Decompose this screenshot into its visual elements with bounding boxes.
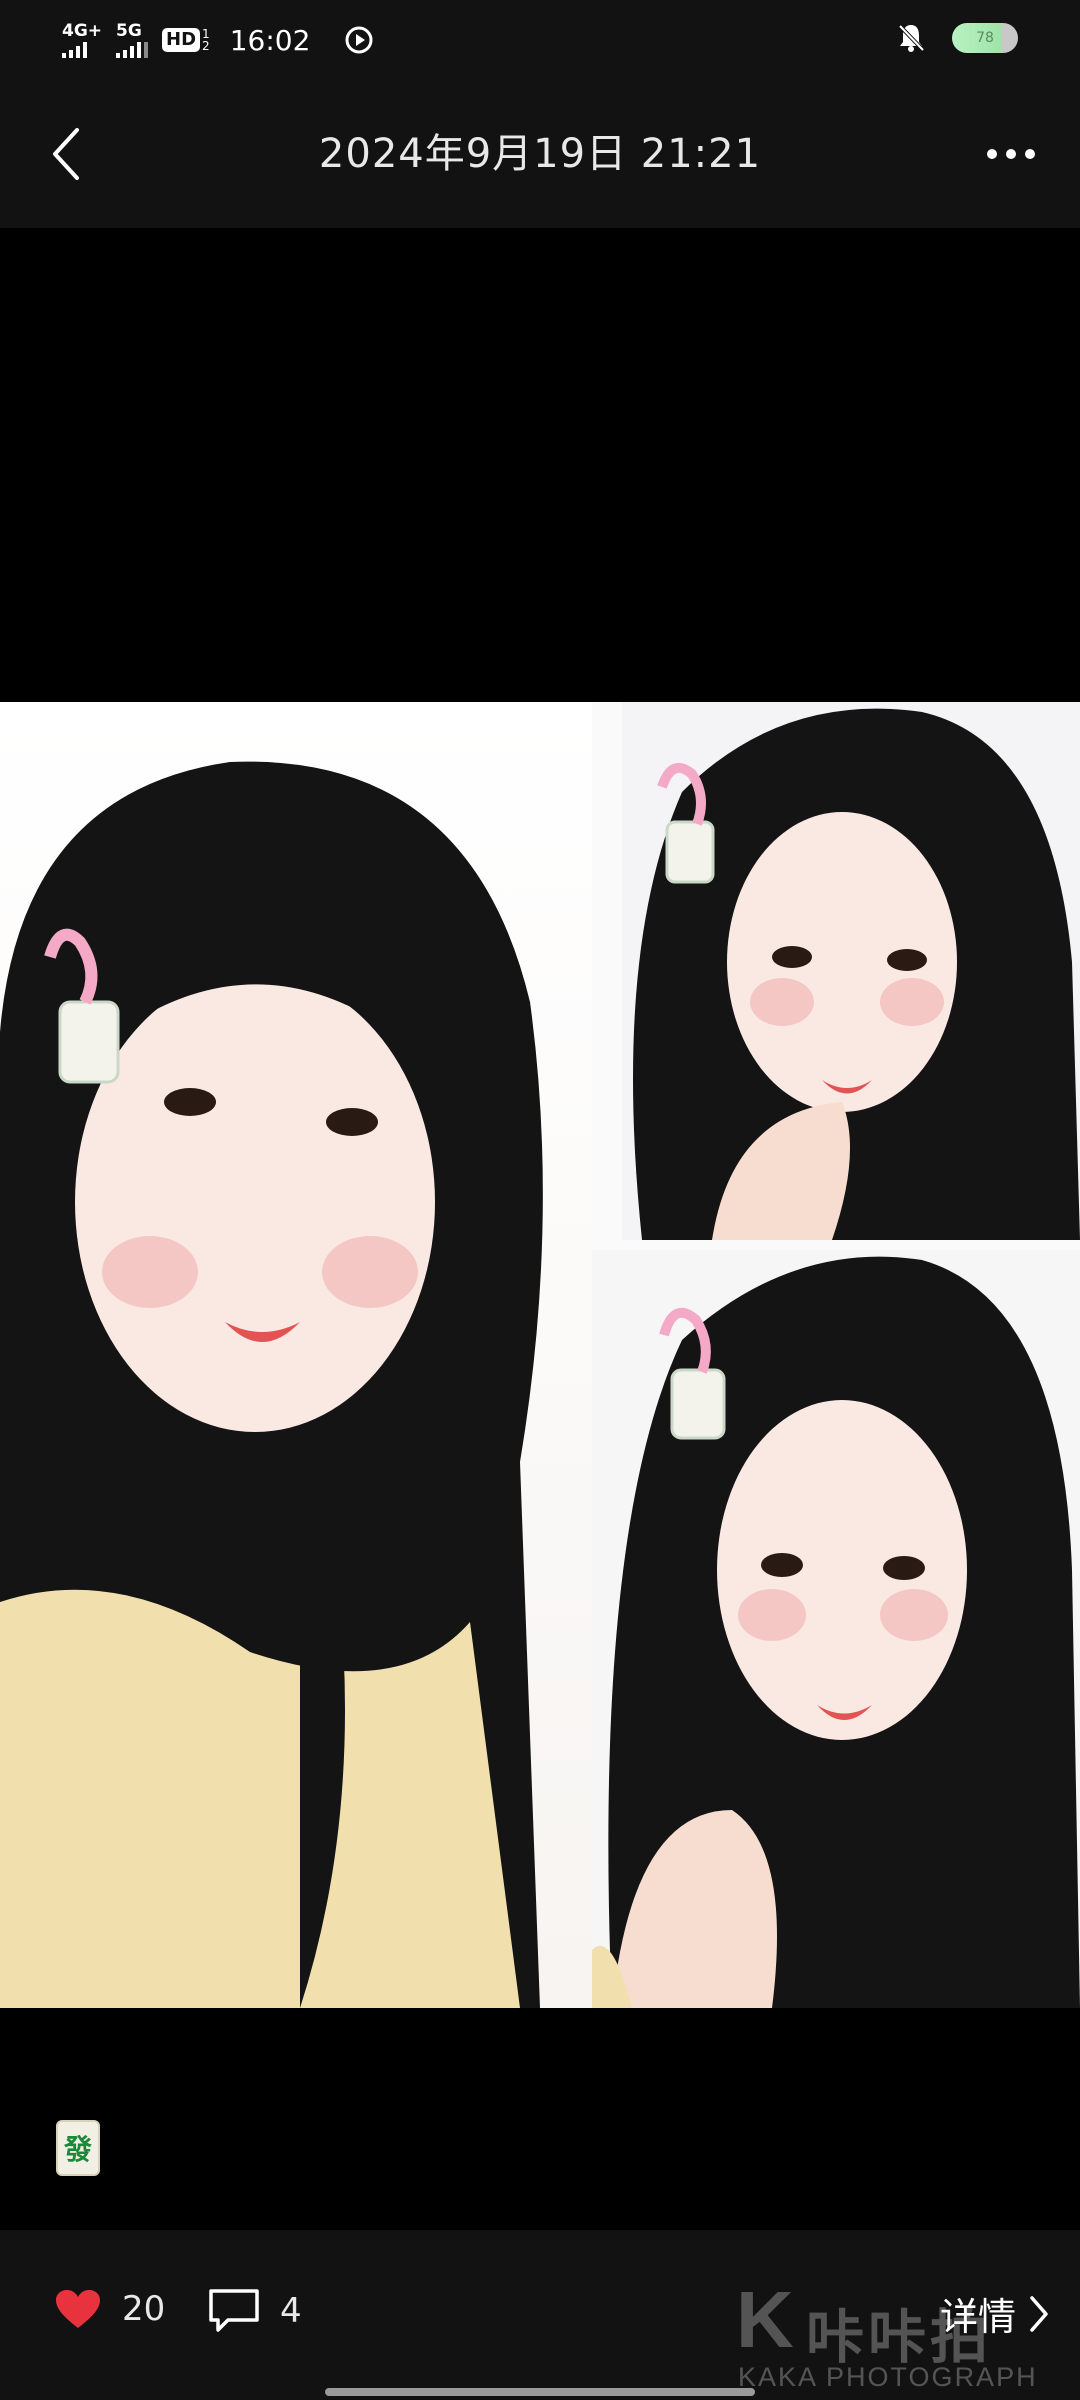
- media-play-icon: [345, 26, 373, 54]
- collage-photo-main: [0, 702, 592, 2008]
- details-button[interactable]: 详情: [940, 2286, 1050, 2341]
- hd-label: HD: [162, 28, 201, 52]
- bell-muted-icon: [898, 24, 925, 52]
- more-dot-icon: [1025, 149, 1035, 159]
- network-5g-label: 5G: [116, 21, 142, 41]
- bottom-action-bar: 20 4 K 咔咔拍 KAKA PHOTOGRAPH 详情: [0, 2230, 1080, 2400]
- collage-photo-bottom-right: [592, 1250, 1080, 2008]
- status-time: 16:02: [229, 23, 311, 57]
- chevron-right-icon: [1030, 2295, 1048, 2332]
- watermark-en-text: KAKA PHOTOGRAPH: [738, 2362, 1038, 2392]
- mahjong-tile-glyph: 發: [63, 2133, 92, 2166]
- comment-icon: [209, 2289, 259, 2332]
- battery-level: 78: [976, 30, 994, 46]
- status-left: 4G+ 5G HD 12 16:02: [62, 18, 374, 62]
- network-4g-indicator: 4G+: [62, 22, 102, 58]
- more-dot-icon: [987, 149, 997, 159]
- comment-count: 4: [280, 2291, 302, 2331]
- more-options-button[interactable]: [976, 124, 1046, 184]
- heart-icon: [56, 2290, 100, 2328]
- signal-bars-icon: [116, 42, 149, 58]
- photo-viewer[interactable]: [0, 228, 1080, 2230]
- mahjong-tile-icon: 發: [56, 2120, 100, 2176]
- network-5g-indicator: 5G: [116, 21, 149, 58]
- more-dot-icon: [1006, 149, 1016, 159]
- watermark-letter: K: [736, 2275, 794, 2364]
- status-right: 78: [896, 22, 1018, 54]
- status-bar: 4G+ 5G HD 12 16:02 78: [0, 0, 1080, 80]
- collage-photo-top-right: [622, 702, 1080, 1240]
- photo-date-title: 2024年9月19日 21:21: [318, 131, 762, 177]
- network-4g-label: 4G+: [62, 21, 103, 41]
- battery-indicator: 78: [952, 23, 1018, 53]
- hd-voice-badge: HD 12: [162, 28, 210, 52]
- home-indicator[interactable]: [325, 2388, 755, 2396]
- comment-button[interactable]: 4: [208, 2288, 302, 2334]
- like-button[interactable]: 20: [54, 2288, 165, 2330]
- signal-bars-icon: [62, 42, 87, 58]
- top-app-bar: 2024年9月19日 21:21: [0, 80, 1080, 228]
- photo-collage[interactable]: [0, 702, 1080, 2008]
- details-label: 详情: [939, 2295, 1016, 2339]
- like-count: 20: [122, 2289, 166, 2329]
- hd-sub-2: 2: [202, 39, 210, 53]
